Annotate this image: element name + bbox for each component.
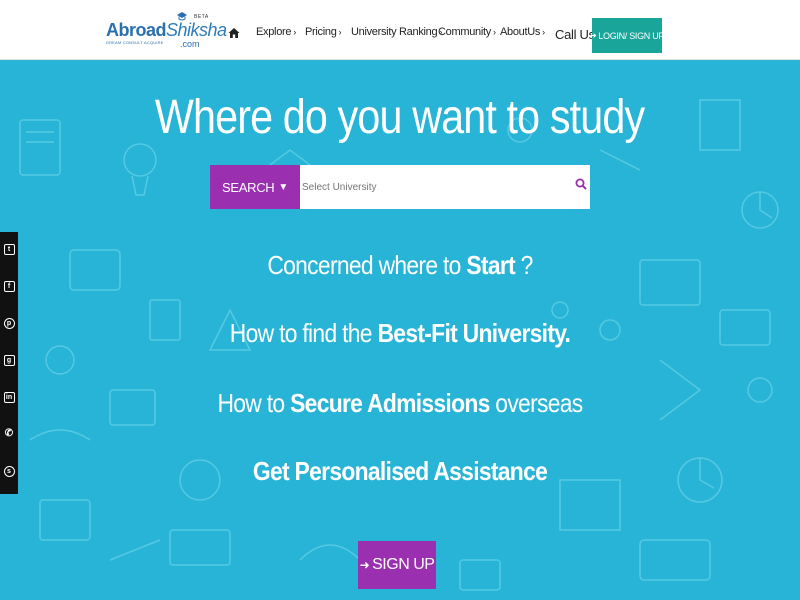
search-icon[interactable]: [575, 178, 587, 190]
search-button-label: SEARCH: [222, 179, 275, 195]
university-search-bar: SEARCH ▼: [210, 165, 590, 209]
hero-line-admissions: How to Secure Admissions overseas: [217, 388, 583, 418]
chevron-right-icon: ›: [492, 27, 496, 37]
pinterest-icon: p: [3, 317, 15, 329]
call-us-link[interactable]: Call Us: [555, 27, 595, 42]
logo-wordmark: AbroadShiksha: [106, 20, 227, 40]
facebook-link[interactable]: f: [1, 275, 17, 297]
login-signup-label: LOGIN/ SIGN UP: [598, 30, 665, 41]
skype-link[interactable]: s: [1, 460, 17, 482]
logo-domain: .com: [180, 39, 200, 49]
hero-line-best-fit: How to find the Best-Fit University.: [229, 318, 571, 348]
skype-icon: s: [3, 465, 15, 477]
search-dropdown-button[interactable]: SEARCH ▼: [210, 165, 300, 209]
signup-label: SIGN UP: [372, 556, 435, 573]
top-navbar: AbroadShiksha BETA .com DREAM CONSULT AC…: [0, 0, 800, 60]
chevron-right-icon: ›: [338, 27, 342, 37]
twitter-link[interactable]: t: [1, 238, 17, 260]
hero-line-start: Concerned where to Start ?: [267, 250, 533, 280]
logo-beta-label: BETA: [194, 14, 209, 20]
chevron-right-icon: ›: [293, 27, 296, 37]
university-search-input[interactable]: [302, 173, 562, 201]
hero-title: Where do you want to study: [154, 91, 645, 144]
phone-icon: ✆: [4, 428, 14, 439]
linkedin-link[interactable]: in: [1, 386, 17, 408]
hero-line-assistance: Get Personalised Assistance: [252, 456, 548, 486]
google-plus-link[interactable]: g: [1, 349, 17, 371]
phone-link[interactable]: ✆: [1, 423, 17, 445]
facebook-icon: f: [3, 280, 15, 292]
twitter-icon: t: [3, 243, 15, 255]
signup-button[interactable]: ➜ SIGN UP: [358, 541, 436, 589]
linkedin-icon: in: [3, 391, 15, 403]
pinterest-link[interactable]: p: [1, 312, 17, 334]
social-share-bar: t f p g in ✆ s: [0, 232, 18, 494]
nav-community[interactable]: Community ›: [438, 26, 496, 38]
chevron-right-icon: ›: [542, 27, 545, 37]
chevron-down-icon: ▼: [278, 181, 288, 193]
abroadshiksha-logo[interactable]: AbroadShiksha BETA .com DREAM CONSULT AC…: [106, 10, 227, 54]
sign-in-icon: ➜: [589, 31, 597, 40]
login-signup-button[interactable]: ➜ LOGIN/ SIGN UP: [589, 18, 665, 53]
nav-pricing[interactable]: Pricing ›: [305, 26, 342, 38]
home-icon[interactable]: [228, 27, 240, 39]
nav-university-ranking[interactable]: University Ranking ›: [351, 26, 442, 38]
logo-tagline: DREAM CONSULT ACQUIRE: [106, 40, 164, 45]
sign-in-icon: ➜: [359, 558, 370, 572]
google-plus-icon: g: [3, 354, 15, 366]
nav-about-us[interactable]: AboutUs ›: [500, 26, 545, 38]
nav-explore[interactable]: Explore ›: [256, 26, 296, 38]
